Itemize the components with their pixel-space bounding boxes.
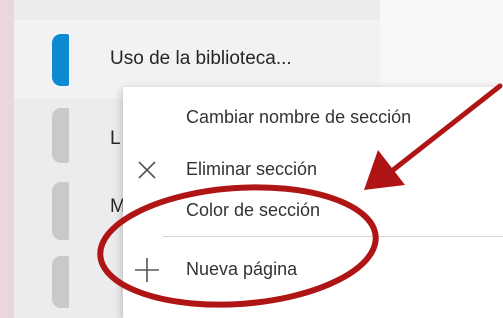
menu-item-label: Cambiar nombre de sección (186, 107, 412, 127)
section-color-marker (52, 182, 69, 240)
section-item-label: Uso de la biblioteca... (110, 48, 292, 69)
plus-icon (135, 258, 159, 282)
section-color-marker (52, 34, 69, 86)
close-icon (138, 161, 156, 179)
section-context-menu: Cambiar nombre de sección Eliminar secci… (123, 87, 503, 318)
menu-item-label: Nueva página (186, 259, 298, 279)
section-color-marker (52, 108, 69, 163)
menu-divider (163, 236, 503, 237)
menu-item-rename-section[interactable]: Cambiar nombre de sección (123, 93, 503, 145)
section-item-label: L (110, 128, 121, 149)
menu-item-new-page[interactable]: Nueva página (123, 245, 503, 297)
menu-item-label: Eliminar sección (186, 159, 318, 179)
section-color-marker (52, 256, 69, 308)
menu-item-label: Color de sección (186, 200, 321, 220)
menu-item-section-color[interactable]: Color de sección (123, 186, 503, 238)
